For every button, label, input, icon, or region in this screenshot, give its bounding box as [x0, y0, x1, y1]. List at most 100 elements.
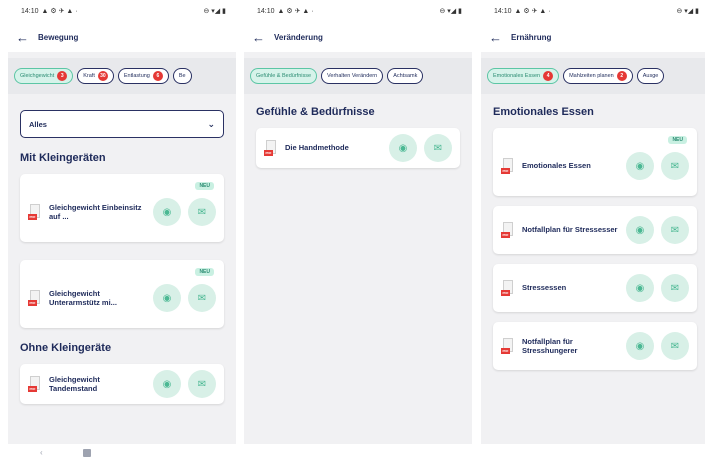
- exercise-card[interactable]: PDF Gleichgewicht Tandemstand ◉ ✉: [20, 364, 224, 404]
- section-title: Emotionales Essen: [493, 106, 594, 118]
- page-title: Bewegung: [38, 32, 79, 42]
- send-icon[interactable]: ✉: [424, 134, 452, 162]
- back-arrow-icon[interactable]: ←: [252, 30, 270, 45]
- pdf-file-icon: PDF: [501, 222, 514, 238]
- dropdown-value: Alles: [29, 119, 47, 129]
- eye-icon[interactable]: ◉: [626, 332, 654, 360]
- filter-dropdown[interactable]: Alles ⌄: [20, 110, 224, 138]
- screen-veraenderung: 14:10 ▲ ⚙ ✈ ▲ · ⊖ ▾◢ ▮ ← Veränderung Gefü…: [244, 0, 472, 444]
- status-time: 14:10: [494, 8, 512, 15]
- exercise-card[interactable]: PDF Notfallplan für Stresshungerer ◉ ✉: [493, 322, 697, 370]
- exercise-card[interactable]: NEU PDF Gleichgewicht Unterarmstütz mi..…: [20, 260, 224, 328]
- card-title: Notfallplan für Stressesser: [522, 225, 618, 235]
- chip-label: Achtsamk: [393, 73, 418, 79]
- chip-achtsamkeit[interactable]: Achtsamk: [387, 68, 424, 84]
- back-arrow-icon[interactable]: ←: [16, 30, 34, 45]
- status-bar: 14:10 ▲ ⚙ ✈ ▲ · ⊖ ▾◢ ▮: [244, 0, 472, 22]
- notification-icon: ▲ ⚙ ✈ ▲ ·: [514, 8, 551, 15]
- exercise-card[interactable]: NEU PDF Gleichgewicht Einbeinsitz auf ..…: [20, 174, 224, 242]
- eye-icon[interactable]: ◉: [626, 274, 654, 302]
- chip-gleichgewicht[interactable]: Gleichgewicht 3: [14, 68, 74, 84]
- chip-emotionales-essen[interactable]: Emotionales Essen 4: [487, 68, 560, 84]
- battery-signal-icons: ⊖ ▾◢ ▮: [676, 8, 699, 15]
- chip-ausgewogen[interactable]: Ausge: [636, 68, 665, 84]
- send-icon[interactable]: ✉: [188, 370, 216, 398]
- chip-label: Be: [178, 73, 186, 79]
- card-title: Gleichgewicht Einbeinsitz auf ...: [49, 202, 142, 221]
- app-bar: ← Bewegung: [8, 22, 236, 52]
- pdf-file-icon: PDF: [501, 280, 514, 296]
- chip-badge: 30: [97, 71, 108, 81]
- section-title: Ohne Kleingeräte: [20, 342, 112, 354]
- card-title: Gleichgewicht Unterarmstütz mi...: [49, 288, 117, 307]
- section-title: Gefühle & Bedürfnisse: [256, 106, 375, 118]
- chip-label: Gefühle & Bedürfnisse: [256, 73, 312, 79]
- app-bar: ← Ernährung: [481, 22, 705, 52]
- battery-signal-icons: ⊖ ▾◢ ▮: [203, 8, 226, 15]
- chip-gefuehle[interactable]: Gefühle & Bedürfnisse: [250, 68, 318, 84]
- screen-ernaehrung: 14:10 ▲ ⚙ ✈ ▲ · ⊖ ▾◢ ▮ ← Ernährung Emotio…: [481, 0, 705, 444]
- card-title: Notfallplan für Stresshungerer: [522, 336, 578, 355]
- send-icon[interactable]: ✉: [661, 274, 689, 302]
- chip-badge: 6: [152, 71, 163, 81]
- pdf-file-icon: PDF: [28, 204, 41, 220]
- eye-icon[interactable]: ◉: [626, 152, 654, 180]
- send-icon[interactable]: ✉: [188, 198, 216, 226]
- status-bar: 14:10 ▲ ⚙ ✈ ▲ · ⊖ ▾◢ ▮: [481, 0, 705, 22]
- pdf-file-icon: PDF: [501, 338, 514, 354]
- category-chip-bar: Gefühle & Bedürfnisse Verhalten Veränder…: [244, 58, 472, 94]
- chip-badge: 4: [543, 71, 554, 81]
- exercise-card[interactable]: PDF Die Handmethode ◉ ✉: [256, 128, 460, 168]
- pdf-file-icon: PDF: [28, 290, 41, 306]
- send-icon[interactable]: ✉: [661, 216, 689, 244]
- eye-icon[interactable]: ◉: [626, 216, 654, 244]
- chip-mahlzeiten[interactable]: Mahlzeiten planen 2: [563, 68, 633, 84]
- chevron-down-icon: ⌄: [207, 118, 215, 129]
- new-badge: NEU: [668, 136, 687, 144]
- battery-signal-icons: ⊖ ▾◢ ▮: [439, 8, 462, 15]
- status-time: 14:10: [21, 8, 39, 15]
- back-arrow-icon[interactable]: ←: [489, 30, 507, 45]
- chip-verhalten[interactable]: Verhalten Verändern: [321, 68, 384, 84]
- chip-label: Ausge: [642, 73, 659, 79]
- pdf-file-icon: PDF: [28, 376, 41, 392]
- section-title: Mit Kleingeräten: [20, 152, 106, 164]
- chip-label: Mahlzeiten planen: [569, 73, 614, 79]
- eye-icon[interactable]: ◉: [153, 284, 181, 312]
- notification-icon: ▲ ⚙ ✈ ▲ ·: [41, 8, 78, 15]
- eye-icon[interactable]: ◉: [153, 370, 181, 398]
- new-badge: NEU: [195, 182, 214, 190]
- card-title: Stressessen: [522, 283, 567, 293]
- chip-kraft[interactable]: Kraft 30: [77, 68, 114, 84]
- chip-label: Entlastung: [123, 73, 150, 79]
- card-title: Gleichgewicht Tandemstand: [49, 374, 100, 393]
- eye-icon[interactable]: ◉: [389, 134, 417, 162]
- chip-be[interactable]: Be: [172, 68, 192, 84]
- exercise-card[interactable]: PDF Notfallplan für Stressesser ◉ ✉: [493, 206, 697, 254]
- card-title: Emotionales Essen: [522, 161, 591, 171]
- eye-icon[interactable]: ◉: [153, 198, 181, 226]
- status-bar: 14:10 ▲ ⚙ ✈ ▲ · ⊖ ▾◢ ▮: [8, 0, 236, 22]
- page-title: Ernährung: [511, 32, 552, 42]
- send-icon[interactable]: ✉: [661, 332, 689, 360]
- chip-label: Emotionales Essen: [493, 73, 541, 79]
- category-chip-bar: Gleichgewicht 3 Kraft 30 Entlastung 6 Be: [8, 58, 236, 94]
- exercise-card[interactable]: PDF Stressessen ◉ ✉: [493, 264, 697, 312]
- status-time: 14:10: [257, 8, 275, 15]
- app-bar: ← Veränderung: [244, 22, 472, 52]
- chip-badge: 2: [616, 71, 627, 81]
- chip-entlastung[interactable]: Entlastung 6: [117, 68, 169, 84]
- nav-home-icon[interactable]: [82, 448, 91, 457]
- card-title: Die Handmethode: [285, 143, 349, 153]
- category-chip-bar: Emotionales Essen 4 Mahlzeiten planen 2 Au…: [481, 58, 705, 94]
- screen-bewegung: 14:10 ▲ ⚙ ✈ ▲ · ⊖ ▾◢ ▮ ← Bewegung Gleichg…: [8, 0, 236, 444]
- nav-back-icon[interactable]: ‹: [40, 448, 43, 457]
- exercise-card[interactable]: NEU PDF Emotionales Essen ◉ ✉: [493, 128, 697, 196]
- send-icon[interactable]: ✉: [661, 152, 689, 180]
- system-nav-bar: ‹: [40, 448, 160, 457]
- new-badge: NEU: [195, 268, 214, 276]
- pdf-file-icon: PDF: [501, 158, 514, 174]
- send-icon[interactable]: ✉: [188, 284, 216, 312]
- chip-label: Kraft: [83, 73, 95, 79]
- pdf-file-icon: PDF: [264, 140, 277, 156]
